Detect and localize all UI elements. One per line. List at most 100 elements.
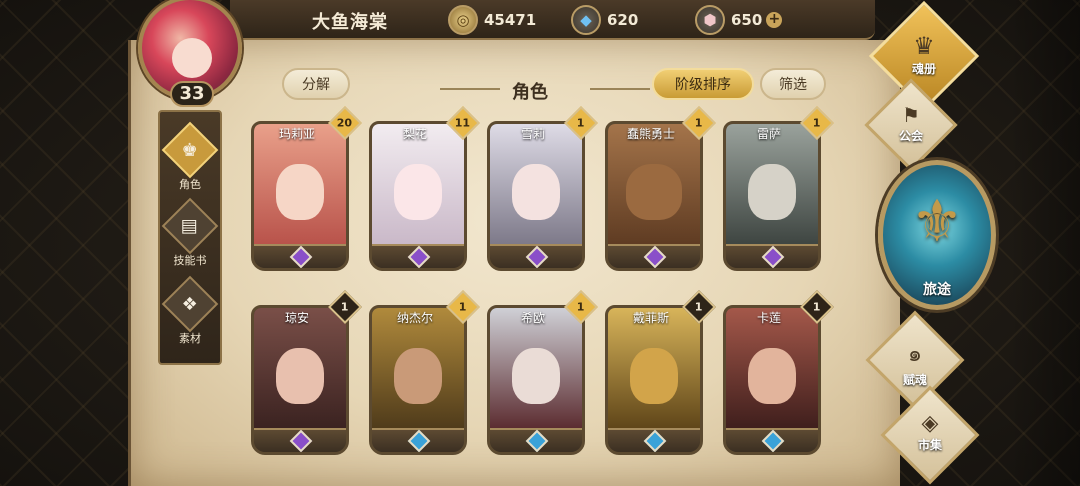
card-footer xyxy=(608,428,700,452)
card-footer xyxy=(608,244,700,268)
nav-soul-gift-label: 赋魂 xyxy=(902,373,927,387)
character-card-2[interactable]: 雪莉 1 xyxy=(487,106,598,271)
card-footer xyxy=(254,244,346,268)
rank-gem-icon xyxy=(525,245,549,268)
rank-gem-icon xyxy=(407,245,431,268)
rank-gem-icon xyxy=(407,429,431,452)
market-icon: ◈ xyxy=(921,411,939,436)
soul-gift-icon: ๑ xyxy=(908,342,922,367)
gold-resource[interactable]: ◎ 45471 xyxy=(448,5,536,35)
rank-gem-icon xyxy=(289,245,313,268)
crystal-resource[interactable]: ◆ 620 xyxy=(571,5,638,35)
character-name: 琼安 xyxy=(284,311,309,325)
card-footer xyxy=(490,428,582,452)
journey-emblem-icon: ⚜ xyxy=(911,187,963,255)
card-frame xyxy=(723,305,821,455)
character-card-0[interactable]: 玛莉亚 20 xyxy=(251,106,362,271)
character-portrait xyxy=(254,308,346,430)
card-footer xyxy=(726,428,818,452)
gem-value: 650 xyxy=(731,11,763,29)
card-footer xyxy=(372,244,464,268)
character-card-1[interactable]: 梨花 11 xyxy=(369,106,480,271)
card-frame xyxy=(605,121,703,271)
character-name: 蠢熊勇士 xyxy=(626,127,675,141)
character-portrait xyxy=(254,124,346,246)
character-portrait xyxy=(490,308,582,430)
material-icon: ❖ xyxy=(161,275,219,333)
sidebar-item-skillbook[interactable]: ▤ 技能书 xyxy=(160,197,220,268)
left-sidebar: ♚ 角色 ▤ 技能书 ❖ 素材 xyxy=(158,110,222,365)
card-frame xyxy=(487,305,585,455)
character-name: 梨花 xyxy=(402,127,427,141)
card-frame xyxy=(251,121,349,271)
rank-gem-icon xyxy=(643,245,667,268)
rank-gem-icon xyxy=(289,429,313,452)
character-card-8[interactable]: 戴菲斯 1 xyxy=(605,290,716,455)
character-name: 玛莉亚 xyxy=(278,127,315,141)
sidebar-item-label: 技能书 xyxy=(173,254,207,267)
guild-icon: ⚑ xyxy=(902,103,920,127)
crystal-value: 620 xyxy=(607,11,639,29)
character-card-3[interactable]: 蠢熊勇士 1 xyxy=(605,106,716,271)
character-portrait xyxy=(490,124,582,246)
player-name: 大鱼海棠 xyxy=(312,12,388,33)
character-portrait xyxy=(726,124,818,246)
character-name: 雷萨 xyxy=(756,127,781,141)
sidebar-item-label: 角色 xyxy=(179,178,201,191)
gold-value: 45471 xyxy=(484,11,537,29)
rank-gem-icon xyxy=(643,429,667,452)
character-portrait xyxy=(608,124,700,246)
sidebar-item-material[interactable]: ❖ 素材 xyxy=(160,275,220,346)
character-card-4[interactable]: 雷萨 1 xyxy=(723,106,834,271)
character-portrait xyxy=(372,124,464,246)
character-card-5[interactable]: 琼安 1 xyxy=(251,290,362,455)
sidebar-item-label: 素材 xyxy=(179,332,201,345)
nav-journey[interactable]: ⚜ 旅途 xyxy=(878,160,996,310)
nav-journey-label: 旅途 xyxy=(923,282,951,298)
nav-market-label: 市集 xyxy=(917,438,942,452)
soul-book-icon: ♛ xyxy=(913,32,935,60)
blue-crystal-icon: ◆ xyxy=(571,5,601,35)
card-frame xyxy=(487,121,585,271)
card-frame xyxy=(605,305,703,455)
character-portrait xyxy=(608,308,700,430)
card-footer xyxy=(372,428,464,452)
rank-gem-icon xyxy=(761,429,785,452)
card-footer xyxy=(490,244,582,268)
character-name: 雪莉 xyxy=(520,127,545,141)
skillbook-icon: ▤ xyxy=(161,197,219,255)
character-card-7[interactable]: 希欧 1 xyxy=(487,290,598,455)
title-ornament-right xyxy=(590,88,650,90)
card-frame xyxy=(369,121,467,271)
character-portrait xyxy=(372,308,464,430)
character-card-6[interactable]: 纳杰尔 1 xyxy=(369,290,480,455)
card-frame xyxy=(369,305,467,455)
avatar-face xyxy=(172,38,212,78)
add-gem-icon[interactable]: + xyxy=(766,12,783,28)
player-level-badge: 33 xyxy=(170,81,214,107)
character-name: 纳杰尔 xyxy=(396,311,433,325)
character-name: 戴菲斯 xyxy=(632,311,669,325)
nav-guild-label: 公会 xyxy=(898,129,923,143)
rank-gem-icon xyxy=(525,429,549,452)
gold-coin-icon: ◎ xyxy=(448,5,478,35)
nav-soul-book-label: 魂册 xyxy=(911,62,936,76)
gem-resource[interactable]: ⬢ 650 + xyxy=(695,5,783,35)
card-frame xyxy=(723,121,821,271)
card-footer xyxy=(726,244,818,268)
rank-gem-icon xyxy=(761,245,785,268)
character-card-9[interactable]: 卡莲 1 xyxy=(723,290,834,455)
character-name: 希欧 xyxy=(520,311,545,325)
character-icon: ♚ xyxy=(161,121,219,179)
right-edge-shade xyxy=(1010,0,1080,486)
pink-gem-icon: ⬢ xyxy=(695,5,725,35)
card-frame xyxy=(251,305,349,455)
sidebar-item-character[interactable]: ♚ 角色 xyxy=(160,121,220,192)
character-portrait xyxy=(726,308,818,430)
filter-button[interactable]: 筛选 xyxy=(760,68,826,100)
decompose-button[interactable]: 分解 xyxy=(282,68,350,100)
card-footer xyxy=(254,428,346,452)
section-title: 角色 xyxy=(512,82,548,103)
character-name: 卡莲 xyxy=(756,311,781,325)
sort-by-rank-button[interactable]: 阶级排序 xyxy=(652,68,754,100)
